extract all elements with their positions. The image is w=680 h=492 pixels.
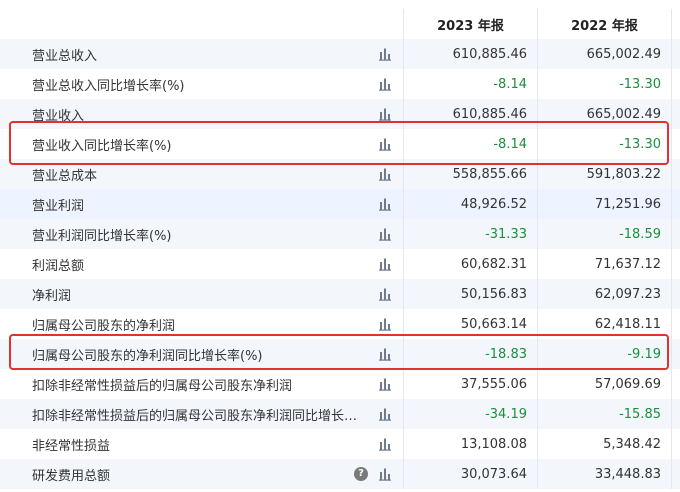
row-label-cell: 扣除非经常性损益后的归属母公司股东净利润同比增长率(%) xyxy=(0,399,404,429)
value-2023: -34.19 xyxy=(404,399,538,429)
table-row[interactable]: 营业收入 610,885.46 665,002.49 xyxy=(0,99,680,129)
bar-chart-icon[interactable] xyxy=(378,257,392,271)
row-label-cell: 营业总收入 xyxy=(0,39,404,69)
table-row[interactable]: 扣除非经常性损益后的归属母公司股东净利润 37,555.06 57,069.69 xyxy=(0,369,680,399)
bar-chart-icon[interactable] xyxy=(378,317,392,331)
table-row[interactable]: 营业总成本 558,855.66 591,803.22 xyxy=(0,159,680,189)
row-label: 营业利润同比增长率(%) xyxy=(32,228,172,244)
table-row[interactable]: 非经常性损益 13,108.08 5,348.42 xyxy=(0,429,680,459)
table-row[interactable]: 营业利润同比增长率(%) -31.33 -18.59 xyxy=(0,219,680,249)
row-label-cell: 营业利润 xyxy=(0,189,404,219)
value-2022: -9.19 xyxy=(538,339,672,369)
value-2023: 610,885.46 xyxy=(404,39,538,69)
value-2023: -8.14 xyxy=(404,129,538,159)
value-2023: 13,108.08 xyxy=(404,429,538,459)
header-2022[interactable]: 2022 年报 xyxy=(538,9,672,39)
bar-chart-icon[interactable] xyxy=(378,407,392,421)
bar-chart-icon[interactable] xyxy=(378,197,392,211)
value-2023: 30,073.64 xyxy=(404,459,538,489)
row-label-cell: 非经常性损益 xyxy=(0,429,404,459)
value-2022: -13.30 xyxy=(538,69,672,99)
value-2023: 50,663.14 xyxy=(404,309,538,339)
row-label: 研发费用总额 xyxy=(32,468,111,484)
table-header: 2023 年报 2022 年报 xyxy=(0,9,680,39)
value-2023: -8.14 xyxy=(404,69,538,99)
bar-chart-icon[interactable] xyxy=(378,377,392,391)
table-row[interactable]: 营业总收入同比增长率(%) -8.14 -13.30 xyxy=(0,69,680,99)
table-row[interactable]: 归属母公司股东的净利润同比增长率(%) -18.83 -9.19 xyxy=(0,339,680,369)
table-row[interactable]: 营业总收入 610,885.46 665,002.49 xyxy=(0,39,680,69)
row-label: 扣除非经常性损益后的归属母公司股东净利润同比增长率(%) xyxy=(32,408,367,424)
value-2022: 665,002.49 xyxy=(538,39,672,69)
row-label-cell: 营业利润同比增长率(%) xyxy=(0,219,404,249)
table-row[interactable]: 研发费用总额? 30,073.64 33,448.83 xyxy=(0,459,680,489)
bar-chart-icon[interactable] xyxy=(378,77,392,91)
value-2023: 37,555.06 xyxy=(404,369,538,399)
row-label: 扣除非经常性损益后的归属母公司股东净利润 xyxy=(32,378,293,394)
row-label-cell: 营业收入同比增长率(%) xyxy=(0,129,404,159)
row-label-cell: 净利润 xyxy=(0,279,404,309)
table-row[interactable]: 扣除非经常性损益后的归属母公司股东净利润同比增长率(%) -34.19 -15.85 xyxy=(0,399,680,429)
row-label: 归属母公司股东的净利润 xyxy=(32,318,176,334)
row-label-cell: 营业收入 xyxy=(0,99,404,129)
table-row[interactable]: 营业收入同比增长率(%) -8.14 -13.30 xyxy=(0,129,680,159)
value-2022: 71,251.96 xyxy=(538,189,672,219)
bar-chart-icon[interactable] xyxy=(378,227,392,241)
bar-chart-icon[interactable] xyxy=(378,467,392,481)
row-label-cell: 利润总额 xyxy=(0,249,404,279)
table-row[interactable]: 利润总额 60,682.31 71,637.12 xyxy=(0,249,680,279)
row-label-cell: 营业总成本 xyxy=(0,159,404,189)
value-2022: -13.30 xyxy=(538,129,672,159)
value-2022: 62,097.23 xyxy=(538,279,672,309)
value-2022: 665,002.49 xyxy=(538,99,672,129)
bar-chart-icon[interactable] xyxy=(378,437,392,451)
value-2023: 48,926.52 xyxy=(404,189,538,219)
row-label: 非经常性损益 xyxy=(32,438,111,454)
row-label: 营业利润 xyxy=(32,198,85,214)
bar-chart-icon[interactable] xyxy=(378,287,392,301)
value-2023: 610,885.46 xyxy=(404,99,538,129)
value-2023: 50,156.83 xyxy=(404,279,538,309)
value-2022: -18.59 xyxy=(538,219,672,249)
value-2022: 71,637.12 xyxy=(538,249,672,279)
value-2022: 33,448.83 xyxy=(538,459,672,489)
row-label-cell: 归属母公司股东的净利润同比增长率(%) xyxy=(0,339,404,369)
bar-chart-icon[interactable] xyxy=(378,137,392,151)
header-2023[interactable]: 2023 年报 xyxy=(404,9,538,39)
bar-chart-icon[interactable] xyxy=(378,47,392,61)
row-label-cell: 研发费用总额? xyxy=(0,459,404,489)
row-label: 归属母公司股东的净利润同比增长率(%) xyxy=(32,348,263,364)
header-label-col xyxy=(0,9,404,39)
table-row[interactable]: 归属母公司股东的净利润 50,663.14 62,418.11 xyxy=(0,309,680,339)
row-label: 营业总收入 xyxy=(32,48,98,64)
row-label-cell: 扣除非经常性损益后的归属母公司股东净利润 xyxy=(0,369,404,399)
row-label: 营业收入 xyxy=(32,108,85,124)
row-label: 营业收入同比增长率(%) xyxy=(32,138,172,154)
value-2023: -31.33 xyxy=(404,219,538,249)
value-2022: 591,803.22 xyxy=(538,159,672,189)
row-label-cell: 归属母公司股东的净利润 xyxy=(0,309,404,339)
row-label: 净利润 xyxy=(32,288,72,304)
value-2022: 5,348.42 xyxy=(538,429,672,459)
value-2022: -15.85 xyxy=(538,399,672,429)
value-2022: 62,418.11 xyxy=(538,309,672,339)
table-row[interactable]: 营业利润 48,926.52 71,251.96 xyxy=(0,189,680,219)
bar-chart-icon[interactable] xyxy=(378,107,392,121)
row-label: 营业总收入同比增长率(%) xyxy=(32,78,185,94)
row-label: 利润总额 xyxy=(32,258,85,274)
row-label: 营业总成本 xyxy=(32,168,98,184)
value-2023: 558,855.66 xyxy=(404,159,538,189)
bar-chart-icon[interactable] xyxy=(378,167,392,181)
question-circle-icon[interactable]: ? xyxy=(354,467,368,481)
row-label-cell: 营业总收入同比增长率(%) xyxy=(0,69,404,99)
value-2023: -18.83 xyxy=(404,339,538,369)
value-2022: 57,069.69 xyxy=(538,369,672,399)
table-row[interactable]: 净利润 50,156.83 62,097.23 xyxy=(0,279,680,309)
value-2023: 60,682.31 xyxy=(404,249,538,279)
bar-chart-icon[interactable] xyxy=(378,347,392,361)
